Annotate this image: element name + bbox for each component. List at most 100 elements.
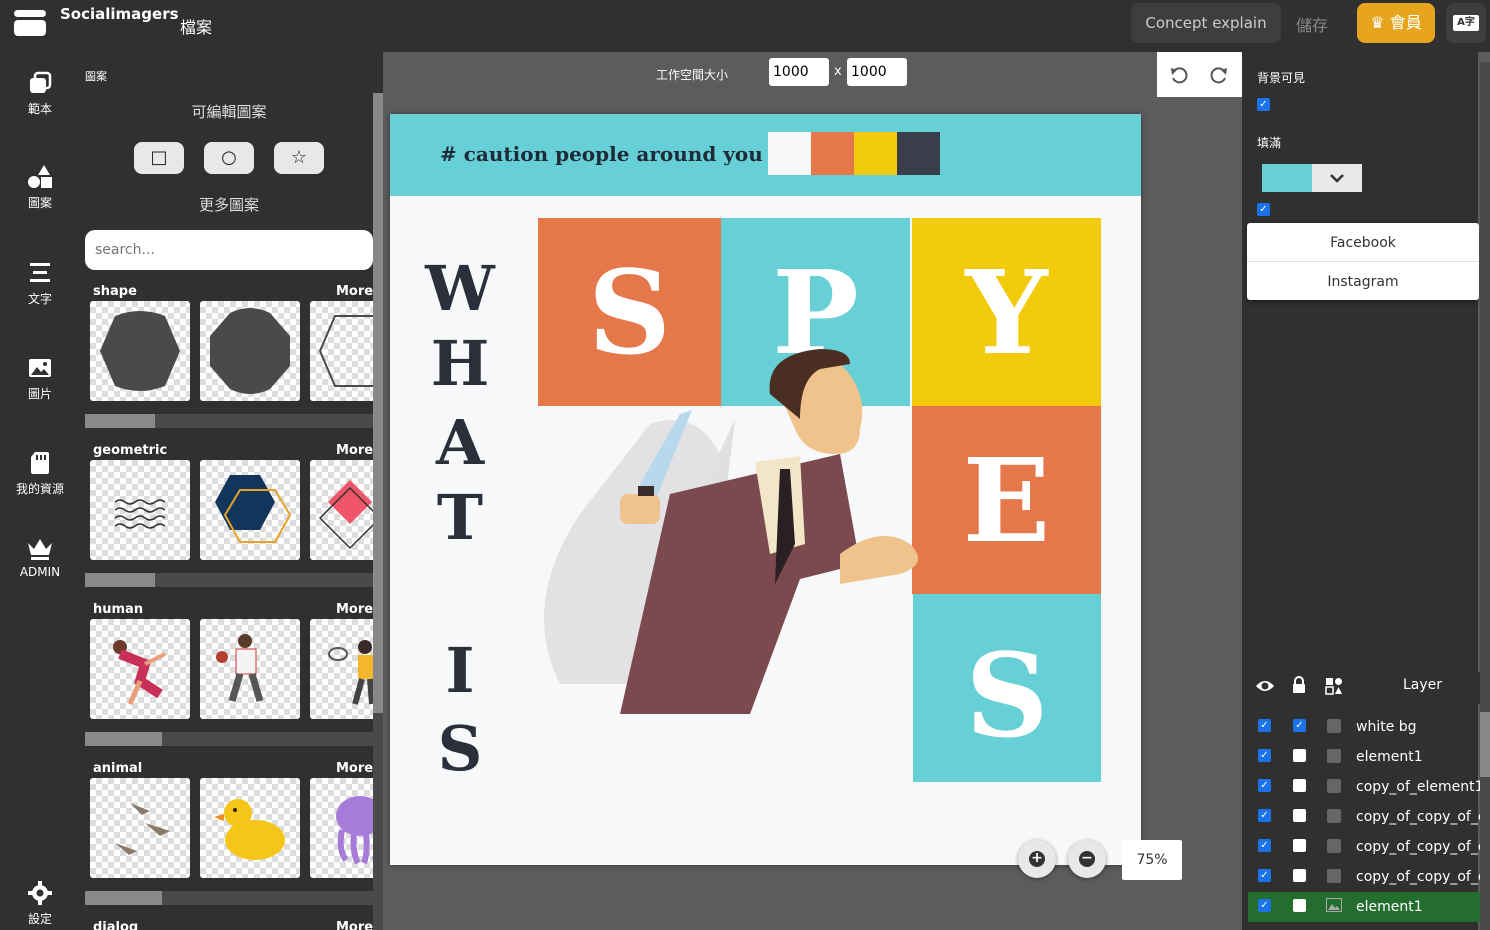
zoom-out-button[interactable]: −	[1068, 840, 1106, 878]
canvas-header-band[interactable]: # caution people around you	[390, 114, 1141, 196]
palette-swatch-dark[interactable]	[897, 132, 940, 175]
palette-swatch-yellow[interactable]	[854, 132, 897, 175]
human-thumbnail[interactable]	[200, 619, 300, 719]
fill-enabled-checkbox[interactable]: ✓	[1257, 203, 1270, 216]
history-controls	[1157, 52, 1242, 97]
top-bar: Socialimagers 檔案 Concept explain 儲存 ♛ 會員…	[0, 0, 1490, 52]
undo-icon[interactable]	[1169, 65, 1189, 85]
nav-shapes[interactable]: 圖案	[0, 164, 80, 211]
height-input[interactable]	[847, 58, 907, 86]
layer-visible-checkbox[interactable]: ✓	[1258, 839, 1271, 852]
workspace-size-label: 工作空間大小	[656, 68, 729, 82]
right-panel-scrollbar[interactable]	[1480, 62, 1490, 930]
vertical-letter[interactable]: S	[420, 712, 500, 785]
horizontal-scrollbar[interactable]	[85, 891, 373, 905]
layer-lock-checkbox[interactable]	[1293, 779, 1306, 792]
concept-explain-button[interactable]: Concept explain	[1131, 3, 1281, 43]
language-button[interactable]: A字	[1446, 3, 1486, 43]
layer-visible-checkbox[interactable]: ✓	[1258, 779, 1271, 792]
category-name: dialog	[93, 920, 139, 930]
nav-label: 設定	[27, 912, 52, 926]
layer-lock-checkbox[interactable]: ✓	[1293, 719, 1306, 732]
shape-thumbnail[interactable]	[200, 301, 300, 401]
layer-visible-checkbox[interactable]: ✓	[1258, 899, 1271, 912]
more-link[interactable]: More	[336, 920, 373, 930]
layer-row-selected[interactable]: ✓ element1	[1248, 892, 1480, 922]
nav-admin[interactable]: ADMIN	[0, 535, 80, 579]
save-button[interactable]: 儲存	[1296, 12, 1328, 36]
more-link[interactable]: More	[336, 284, 373, 299]
layer-row[interactable]: ✓ element1	[1248, 742, 1480, 772]
layer-lock-checkbox[interactable]	[1293, 839, 1306, 852]
app-logo-icon[interactable]	[14, 10, 46, 36]
animal-thumbnail[interactable]	[90, 778, 190, 878]
nav-images[interactable]: 圖片	[0, 355, 80, 402]
star-shape-button[interactable]: ☆	[274, 142, 324, 174]
chevron-down-icon	[1330, 174, 1344, 183]
layer-row[interactable]: ✓ copy_of_copy_of_copy_of_element1	[1248, 832, 1480, 862]
star-icon: ☆	[290, 147, 308, 168]
animal-thumbnail[interactable]	[200, 778, 300, 878]
member-button[interactable]: ♛ 會員	[1357, 3, 1435, 43]
human-thumbnail[interactable]	[90, 619, 190, 719]
more-link[interactable]: More	[336, 602, 373, 617]
vertical-letter[interactable]: T	[420, 481, 500, 554]
vertical-letter[interactable]: H	[420, 327, 500, 400]
layer-visible-checkbox[interactable]: ✓	[1258, 809, 1271, 822]
layer-row[interactable]: ✓ copy_of_element1	[1248, 772, 1480, 802]
layer-lock-checkbox[interactable]	[1293, 749, 1306, 762]
panel-scrollbar[interactable]	[373, 93, 383, 930]
file-menu[interactable]: 檔案	[180, 14, 212, 38]
layer-name: copy_of_element1	[1356, 779, 1480, 795]
circle-shape-button[interactable]: ○	[204, 142, 254, 174]
category-name: geometric	[93, 443, 168, 458]
fill-color-swatch[interactable]	[1262, 164, 1312, 192]
horizontal-scrollbar[interactable]	[85, 414, 373, 428]
member-label: 會員	[1389, 13, 1422, 32]
canvas-tagline[interactable]: # caution people around you	[440, 142, 763, 166]
layer-visible-checkbox[interactable]: ✓	[1258, 719, 1271, 732]
image-icon	[29, 359, 51, 377]
sd-card-icon	[31, 452, 49, 474]
nav-label: 我的資源	[15, 482, 64, 496]
width-input[interactable]	[769, 58, 829, 86]
nav-label: ADMIN	[19, 565, 61, 579]
layer-row[interactable]: ✓ ✓ white bg	[1248, 712, 1480, 742]
fill-color-dropdown[interactable]	[1312, 164, 1362, 192]
zoom-in-button[interactable]: +	[1018, 840, 1056, 878]
search-input[interactable]	[85, 230, 373, 270]
vertical-letter[interactable]: I	[420, 634, 500, 707]
horizontal-scrollbar[interactable]	[85, 732, 373, 746]
vertical-letter[interactable]: W	[420, 252, 500, 325]
layer-lock-checkbox[interactable]	[1293, 809, 1306, 822]
design-canvas[interactable]: # caution people around you S P Y E S W …	[390, 114, 1141, 865]
geometric-thumbnail[interactable]	[200, 460, 300, 560]
vertical-letter[interactable]: A	[420, 406, 500, 479]
layer-row[interactable]: ✓ copy_of_copy_of_copy_of_copy_of_elemen…	[1248, 862, 1480, 892]
facebook-option[interactable]: Facebook	[1247, 224, 1479, 262]
more-shapes-heading: 更多圖案	[198, 196, 259, 214]
square-shape-button[interactable]: □	[134, 142, 184, 174]
palette-swatch-orange[interactable]	[811, 132, 854, 175]
shape-thumbnail[interactable]	[90, 301, 190, 401]
instagram-option[interactable]: Instagram	[1247, 263, 1479, 301]
nav-templates[interactable]: 範本	[0, 70, 80, 117]
more-link[interactable]: More	[336, 761, 373, 776]
more-link[interactable]: More	[336, 443, 373, 458]
background-visible-checkbox[interactable]: ✓	[1257, 98, 1270, 111]
businessman-with-knife-illustration[interactable]	[520, 344, 950, 714]
geometric-thumbnail[interactable]	[90, 460, 190, 560]
panel-title: 圖案	[85, 70, 107, 83]
layer-visible-checkbox[interactable]: ✓	[1258, 749, 1271, 762]
palette-swatch-white[interactable]	[768, 132, 811, 175]
redo-icon[interactable]	[1209, 65, 1229, 85]
layer-lock-checkbox[interactable]	[1293, 869, 1306, 882]
layer-visible-checkbox[interactable]: ✓	[1258, 869, 1271, 882]
layer-row[interactable]: ✓ copy_of_copy_of_element1	[1248, 802, 1480, 832]
nav-text[interactable]: 文字	[0, 260, 80, 307]
layer-lock-checkbox[interactable]	[1293, 899, 1306, 912]
nav-my-resources[interactable]: 我的資源	[0, 450, 80, 497]
horizontal-scrollbar[interactable]	[85, 573, 373, 587]
crown-icon: ♛	[1370, 13, 1385, 32]
nav-settings[interactable]: 設定	[0, 880, 80, 927]
